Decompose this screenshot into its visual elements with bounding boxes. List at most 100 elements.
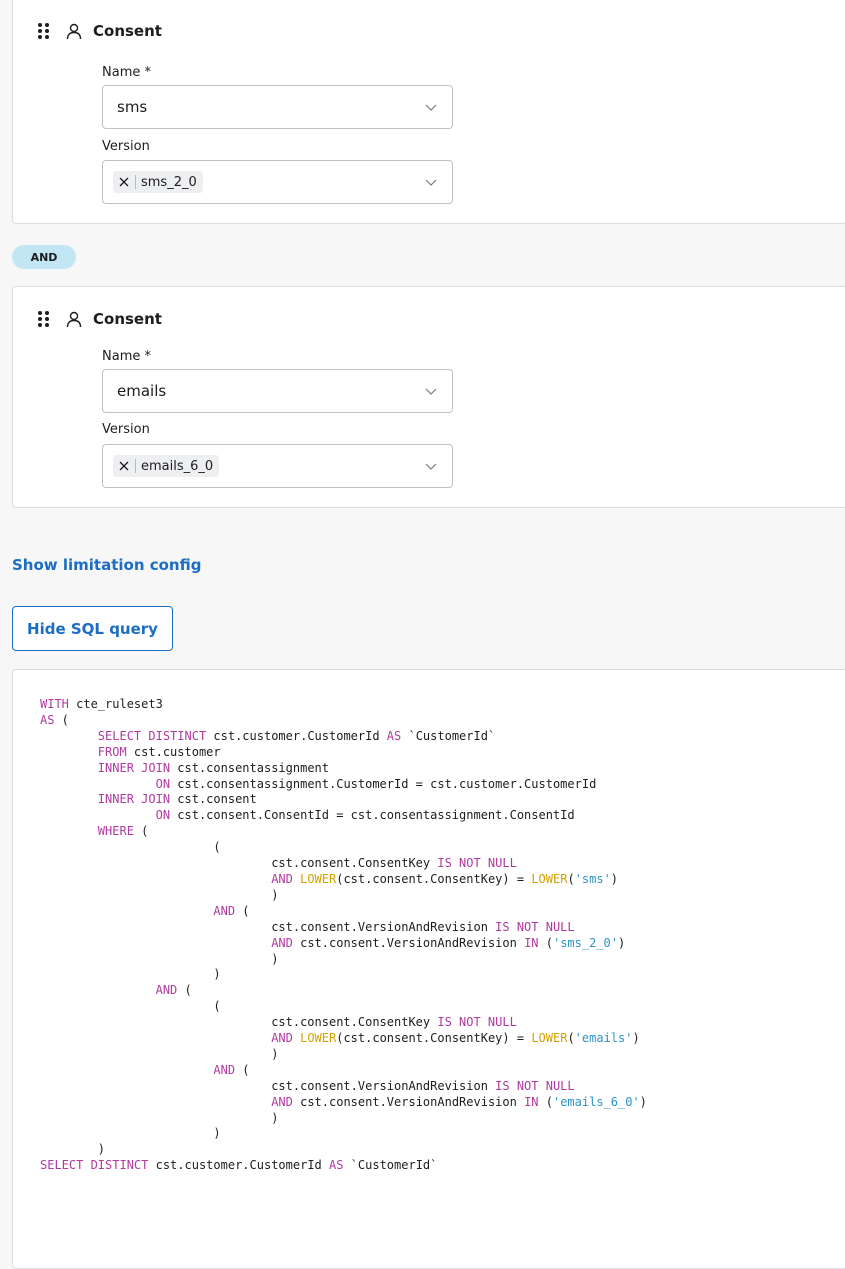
and-operator-badge[interactable]: AND [12, 245, 76, 269]
sql-token: ) [40, 1110, 279, 1125]
sql-token: LOWER [531, 871, 568, 886]
user-icon [66, 23, 82, 40]
sql-token: 'emails_6_0' [552, 1094, 640, 1109]
sql-token: ( [538, 935, 553, 950]
sql-token: LOWER [300, 1031, 337, 1046]
sql-token: ) [40, 1142, 106, 1157]
chevron-down-icon [425, 463, 437, 470]
sql-token: IS NOT NULL [437, 856, 517, 871]
sql-token: ) [40, 967, 221, 982]
sql-token: IS NOT NULL [495, 919, 575, 934]
sql-token: cst.consentassignment.CustomerId = cst.c… [170, 776, 597, 791]
sql-token: FROM [97, 744, 127, 759]
sql-token: cst.consentassignment [170, 760, 329, 775]
drag-handle-icon[interactable] [37, 22, 51, 40]
sql-token: ) [40, 1046, 279, 1061]
name-select[interactable]: emails [102, 369, 453, 413]
sql-token: WITH [40, 697, 69, 711]
sql-token: IN [524, 1094, 539, 1109]
sql-token: AND [213, 903, 236, 918]
chip-divider [135, 175, 136, 189]
sql-token: 'sms' [574, 871, 611, 886]
sql-token: AS [40, 712, 55, 727]
version-chip: sms_2_0 [113, 171, 203, 193]
card-title: Consent [93, 22, 162, 40]
drag-handle-icon[interactable] [37, 310, 51, 328]
sql-token: cst.consent.VersionAndRevision [40, 1078, 496, 1093]
sql-token: ( [40, 840, 221, 855]
condition-card: Consent Name * emails Version emails_6_0 [12, 286, 845, 508]
sql-token: AS [329, 1158, 344, 1173]
name-select-value: emails [117, 382, 167, 400]
sql-token: ) [639, 1094, 647, 1109]
chevron-down-icon [425, 179, 437, 186]
sql-token: ( [40, 999, 221, 1014]
sql-token: cst.consent.VersionAndRevision [40, 919, 496, 934]
sql-token: AS [386, 728, 402, 743]
sql-token: ) [618, 935, 626, 950]
sql-token: cst.customer [126, 744, 221, 759]
sql-token: ( [235, 903, 250, 918]
sql-token: cst.customer.CustomerId [148, 1158, 329, 1173]
chip-divider [135, 459, 136, 473]
chevron-down-icon [425, 388, 437, 395]
sql-token: `CustomerId` [401, 728, 496, 743]
sql-token: ( [133, 824, 149, 839]
sql-token: INNER JOIN [97, 792, 171, 807]
sql-token: AND [271, 1031, 293, 1046]
sql-token: cst.customer.CustomerId [206, 728, 387, 743]
sql-token: IS NOT NULL [437, 1015, 517, 1030]
sql-token: cst.consent.VersionAndRevision [292, 1094, 525, 1109]
version-chip: emails_6_0 [113, 455, 220, 477]
version-chip-label: emails_6_0 [141, 458, 214, 474]
sql-query-panel: WITH cte_ruleset3 AS ( SELECT DISTINCT c… [12, 669, 845, 1269]
sql-token: LOWER [300, 871, 337, 886]
sql-token: ) [610, 871, 619, 886]
sql-token: ON [155, 776, 171, 791]
sql-token: ON [155, 808, 171, 823]
name-select-value: sms [117, 98, 148, 116]
sql-token: WHERE [97, 824, 134, 839]
remove-chip-icon[interactable] [117, 175, 131, 189]
version-field-label: Version [102, 139, 150, 154]
sql-query-code: WITH cte_ruleset3 AS ( SELECT DISTINCT c… [40, 697, 647, 1174]
card-header: Consent [37, 19, 162, 43]
version-chip-label: sms_2_0 [141, 174, 197, 190]
sql-token: AND [271, 1094, 293, 1109]
sql-token: SELECT DISTINCT [40, 1158, 149, 1173]
hide-sql-query-button[interactable]: Hide SQL query [12, 606, 173, 651]
name-field-label: Name * [102, 349, 151, 364]
sql-token: `CustomerId` [343, 1158, 438, 1173]
sql-token: cst.consent.VersionAndRevision [292, 935, 525, 950]
sql-token: cst.consent.ConsentId = cst.consentassig… [170, 808, 575, 823]
sql-token: ( [177, 983, 192, 998]
sql-token: ( [567, 1031, 575, 1046]
sql-token: cst.consent.ConsentKey [40, 856, 438, 871]
sql-token: cst.consent [170, 792, 257, 807]
sql-token: ( [54, 712, 69, 727]
sql-token: SELECT DISTINCT [97, 728, 207, 743]
version-select[interactable]: sms_2_0 [102, 160, 453, 204]
sql-token: AND [213, 1062, 236, 1077]
sql-token: AND [271, 871, 293, 886]
remove-chip-icon[interactable] [117, 459, 131, 473]
sql-token: ( [538, 1094, 553, 1109]
user-icon [66, 311, 82, 328]
show-limitation-config-link[interactable]: Show limitation config [12, 556, 201, 574]
version-select[interactable]: emails_6_0 [102, 444, 453, 488]
sql-token: ) [40, 951, 279, 966]
chevron-down-icon [425, 104, 437, 111]
sql-token: AND [155, 983, 178, 998]
sql-token: cte_ruleset3 [68, 697, 163, 711]
name-select[interactable]: sms [102, 85, 453, 129]
